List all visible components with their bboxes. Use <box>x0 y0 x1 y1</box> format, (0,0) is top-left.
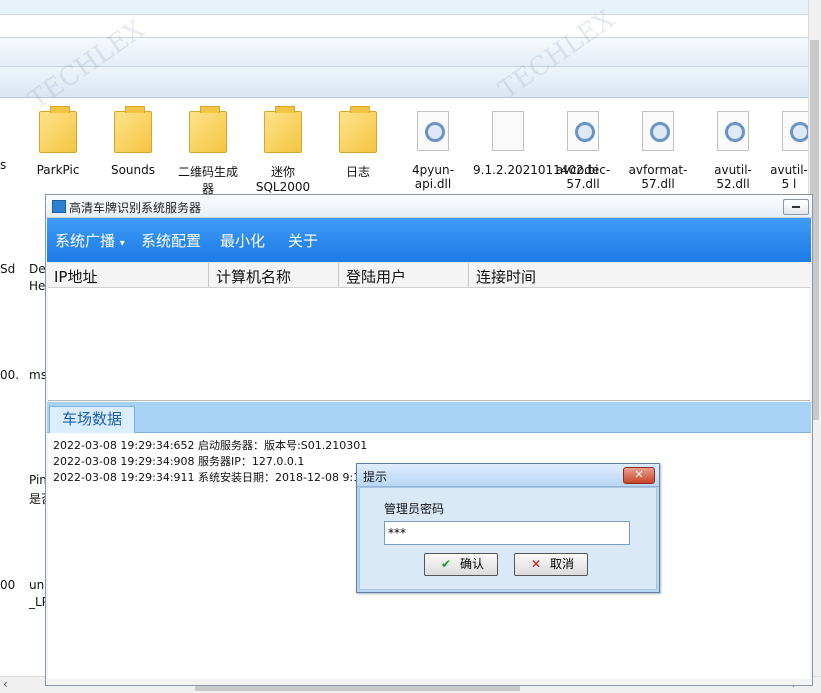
column-computer-name[interactable]: 计算机名称 <box>216 266 291 286</box>
file-item-avutil-52[interactable]: avutil-52.dll <box>698 107 768 191</box>
log-line: 2022-03-08 19:29:34:911 系统安装日期：2018-12-0… <box>53 471 385 484</box>
left-fragment[interactable]: 00 <box>0 578 15 592</box>
explorer-column-header-bar <box>0 67 808 98</box>
checkmark-icon: ✔ <box>440 557 452 571</box>
tab-parking-data[interactable]: 车场数据 <box>49 406 135 433</box>
menu-bar: 系统广播 ▾ 系统配置 最小化 关于 <box>47 218 811 262</box>
server-window-titlebar[interactable]: 高清车牌识别系统服务器 <box>46 195 812 218</box>
file-label: 日志 <box>345 165 370 179</box>
dll-gear-icon <box>717 111 749 151</box>
close-icon[interactable]: ✕ <box>623 467 655 484</box>
folder-icon <box>114 106 152 153</box>
menu-about[interactable]: 关于 <box>288 230 318 251</box>
file-label: avformat-57.dll <box>628 163 688 191</box>
dll-gear-icon <box>567 111 599 151</box>
file-label: 9.1.2.2021011402.bi <box>473 163 599 177</box>
tab-strip: 车场数据 <box>47 402 811 433</box>
cancel-button[interactable]: ✕ 取消 <box>514 553 588 576</box>
app-icon <box>52 200 66 213</box>
file-label: Sounds <box>110 163 156 177</box>
dialog-title: 提示 <box>363 470 388 484</box>
left-fragment[interactable]: He <box>29 279 45 293</box>
file-item-qrcode-generator[interactable]: 二维码生成器 <box>173 106 243 197</box>
dll-gear-icon <box>782 111 808 151</box>
scroll-left-arrow-icon[interactable]: ‹ <box>3 677 8 691</box>
file-label: avcodec-57.dll <box>555 163 611 191</box>
file-item-4pyun-api[interactable]: 4pyun-api.dll <box>398 107 468 191</box>
minimize-button[interactable] <box>783 199 809 215</box>
left-fragment[interactable]: un <box>29 578 44 592</box>
server-window: 高清车牌识别系统服务器 系统广播 ▾ 系统配置 最小化 关于 IP地址 计算机名… <box>45 194 813 686</box>
file-label: ParkPic <box>36 163 80 177</box>
file-item-parkpic[interactable]: ParkPic <box>23 106 93 177</box>
file-item-sounds[interactable]: Sounds <box>98 106 168 177</box>
folder-icon <box>189 106 227 153</box>
menu-system-config[interactable]: 系统配置 <box>141 230 201 251</box>
left-fragment[interactable]: 00. <box>0 368 19 382</box>
file-item-mini-sql[interactable]: 迷你SQL2000 <box>248 106 318 194</box>
log-line: 2022-03-08 19:29:34:908 服务器IP：127.0.0.1 <box>53 455 305 468</box>
window-title: 高清车牌识别系统服务器 <box>69 201 202 215</box>
dialog-body: 管理员密码 ✔ 确认 ✕ 取消 <box>359 487 657 590</box>
column-connect-time[interactable]: 连接时间 <box>476 266 536 286</box>
confirm-button[interactable]: ✔ 确认 <box>424 553 498 576</box>
menu-system-broadcast[interactable]: 系统广播 ▾ <box>55 230 125 251</box>
dll-gear-icon <box>417 111 449 151</box>
file-item-avformat[interactable]: avformat-57.dll <box>623 107 693 191</box>
password-label: 管理员密码 <box>384 502 445 516</box>
menu-minimize[interactable]: 最小化 <box>220 230 265 251</box>
file-item-avutil-5[interactable]: avutil-5 l <box>770 107 808 191</box>
confirm-label: 确认 <box>459 557 484 571</box>
close-x-icon: ✕ <box>530 557 542 571</box>
dropdown-arrow-icon: ▾ <box>119 238 125 249</box>
folder-icon <box>339 106 377 153</box>
file-label: 4pyun-api.dll <box>412 163 454 191</box>
folder-icon <box>264 106 302 153</box>
file-label: 二维码生成器 <box>177 165 238 196</box>
blank-file-icon <box>492 111 524 151</box>
file-label: avutil-52.dll <box>714 163 752 191</box>
column-ip[interactable]: IP地址 <box>54 266 97 286</box>
column-login-user[interactable]: 登陆用户 <box>346 266 406 286</box>
folder-icon <box>39 106 77 153</box>
cancel-label: 取消 <box>549 557 574 571</box>
explorer-title-strip <box>0 0 808 15</box>
left-fragment[interactable]: De <box>29 262 46 276</box>
file-item-logs[interactable]: 日志 <box>323 106 393 180</box>
client-table-header: IP地址 计算机名称 登陆用户 连接时间 <box>48 263 810 288</box>
file-label: 迷你SQL2000 <box>255 165 311 194</box>
file-label: avutil-5 l <box>770 163 808 191</box>
dll-gear-icon <box>642 111 674 151</box>
password-dialog: 提示 ✕ 管理员密码 ✔ 确认 ✕ 取消 <box>356 463 660 593</box>
password-input[interactable] <box>384 521 630 545</box>
left-fragment[interactable]: Sd <box>0 262 15 276</box>
log-line: 2022-03-08 19:29:34:652 启动服务器：版本号:S01.21… <box>53 439 368 452</box>
client-table-body[interactable] <box>48 288 810 401</box>
menu-label: 系统广播 <box>55 232 116 250</box>
left-fragment[interactable]: s <box>0 158 6 172</box>
file-item-avcodec[interactable]: avcodec-57.dll <box>548 107 618 191</box>
file-item-bi[interactable]: 9.1.2.2021011402.bi <box>473 107 599 177</box>
dialog-titlebar[interactable]: 提示 ✕ <box>357 464 659 487</box>
